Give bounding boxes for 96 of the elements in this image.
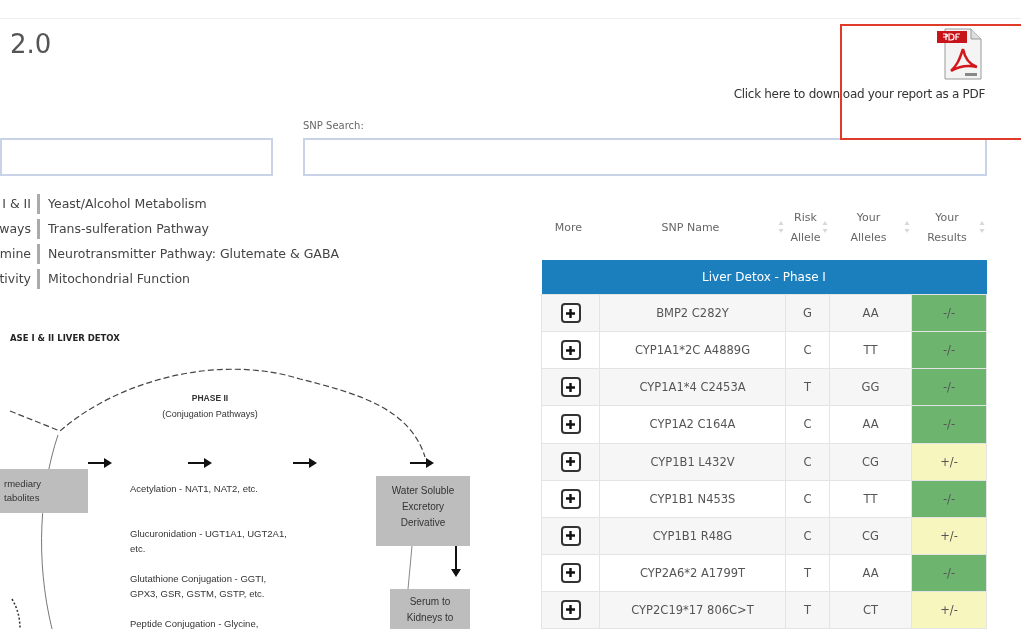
phase-label: (Conjugation Pathways) — [162, 409, 258, 419]
table-cell: CYP1A1*2C A4889G — [599, 331, 786, 369]
arrow — [87, 458, 112, 468]
column-header[interactable]: Your Alleles — [829, 196, 912, 261]
pathway-label: Neurotransmitter Pathway: Glutemate & GABA — [47, 245, 341, 263]
expand-button[interactable] — [560, 525, 581, 546]
table-cell: C — [785, 480, 830, 518]
result-cell: -/- — [911, 331, 987, 369]
expand-button[interactable] — [560, 451, 581, 472]
table-cell: CYP1A2 C164A — [599, 405, 786, 444]
search-label: SNP Search: — [303, 120, 365, 133]
category-label: I & II — [0, 194, 40, 214]
arrow — [187, 458, 212, 468]
table-cell: C — [785, 405, 830, 444]
result-cell: +/- — [911, 443, 987, 481]
plus-icon — [565, 456, 576, 468]
table-cell: CYP2A6*2 A1799T — [599, 554, 786, 592]
table-cell: AA — [829, 554, 912, 592]
diagram-heading: ASE I & II LIVER DETOX — [10, 333, 121, 345]
table-cell: CG — [829, 517, 912, 555]
enzyme-text: Glucuronidation - UGT1A1, UGT2A1, — [130, 528, 287, 539]
pathway-label: Mitochondrial Function — [47, 270, 191, 288]
box-label: Derivative — [400, 517, 446, 528]
table-cell: T — [785, 554, 830, 592]
result-cell: -/- — [911, 405, 987, 444]
table-cell: G — [785, 294, 830, 332]
plus-icon — [565, 567, 576, 579]
plus-icon — [565, 344, 576, 356]
table-cell: TT — [829, 331, 912, 369]
table-cell: CYP2C19*17 806C>T — [599, 591, 786, 629]
arrow — [409, 458, 434, 468]
result-cell: -/- — [911, 294, 987, 332]
enzyme-text: Glutathione Conjugation - GGTI, — [130, 573, 267, 584]
arrow — [451, 545, 461, 577]
result-cell: +/- — [911, 591, 987, 629]
column-header[interactable]: Your Results — [911, 196, 987, 261]
box-label: rmediary — [4, 478, 41, 489]
enzyme-text: Acetylation - NAT1, NAT2, etc. — [130, 483, 258, 494]
box-label: Excretory — [401, 501, 445, 512]
category-label: ways — [0, 219, 40, 239]
expand-button[interactable] — [560, 414, 581, 435]
plus-icon — [565, 307, 576, 319]
table-cell: CYP1B1 L432V — [599, 443, 786, 481]
box-label: Water Soluble — [391, 485, 455, 496]
table-cell: AA — [829, 294, 912, 332]
table-cell: CYP1B1 R48G — [599, 517, 786, 555]
search-field[interactable] — [0, 138, 273, 176]
table-cell: C — [785, 331, 830, 369]
table-cell: CT — [829, 591, 912, 629]
page-title: 2.0 — [10, 29, 52, 61]
table-cell: AA — [829, 405, 912, 444]
column-header: More — [541, 196, 600, 261]
expand-button[interactable] — [560, 340, 581, 361]
enzyme-text: GPX3, GSR, GSTM, GSTP, etc. — [130, 588, 265, 599]
expand-button[interactable] — [560, 599, 581, 620]
category-label: tivity — [0, 269, 40, 289]
boundary-line — [407, 545, 413, 590]
box-label: tabolites — [4, 492, 40, 503]
pathway-label: Trans-sulferation Pathway — [47, 220, 210, 238]
result-cell: -/- — [911, 554, 987, 592]
result-cell: +/- — [911, 517, 987, 555]
snp-search-field[interactable] — [303, 138, 987, 176]
category-label: mine — [0, 244, 40, 264]
table-cell: C — [785, 517, 830, 555]
expand-button[interactable] — [560, 488, 581, 509]
expand-button[interactable] — [560, 377, 581, 398]
table-cell: GG — [829, 368, 912, 406]
boundary-line — [11, 598, 21, 629]
plus-icon — [565, 381, 576, 393]
pdf-file-icon[interactable] — [935, 25, 985, 81]
table-cell: CYP1A1*4 C2453A — [599, 368, 786, 406]
table-cell: BMP2 C282Y — [599, 294, 786, 332]
result-cell: -/- — [911, 480, 987, 518]
group-header: Liver Detox - Phase I — [541, 260, 987, 295]
column-header[interactable]: SNP Name — [599, 196, 786, 261]
table-cell: CG — [829, 443, 912, 481]
result-cell: -/- — [911, 368, 987, 406]
arrow — [292, 458, 317, 468]
enzyme-text: etc. — [130, 543, 146, 554]
expand-button[interactable] — [560, 562, 581, 583]
phase-label: PHASE II — [191, 393, 229, 403]
table-cell: C — [785, 443, 830, 481]
plus-icon — [565, 493, 576, 505]
plus-icon — [565, 419, 576, 430]
box-label: Serum to — [409, 596, 451, 607]
column-header[interactable]: Risk Allele — [785, 196, 830, 261]
table-cell: T — [785, 368, 830, 406]
pathway-label: Yeast/Alcohol Metabolism — [47, 195, 208, 213]
plus-icon — [565, 530, 576, 542]
table-cell: TT — [829, 480, 912, 518]
expand-button[interactable] — [560, 303, 581, 324]
enzyme-text: Peptide Conjugation - Glycine, — [130, 618, 259, 629]
table-cell: CYP1B1 N453S — [599, 480, 786, 518]
box-label: Kidneys to — [406, 612, 454, 623]
plus-icon — [565, 604, 576, 616]
table-cell: T — [785, 591, 830, 629]
